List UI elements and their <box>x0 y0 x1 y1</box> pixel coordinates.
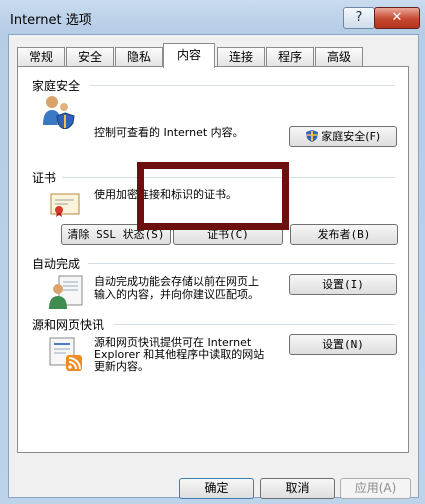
certificates-button[interactable]: 证书(C) <box>173 224 283 245</box>
title-bar[interactable]: Internet 选项 ? ✕ <box>0 0 425 34</box>
content-tab-panel: 家庭安全 控制可查看的 Internet 内容。 家庭安全(F) 证书 使用加密… <box>17 66 409 453</box>
family-safety-button[interactable]: 家庭安全(F) <box>289 126 397 147</box>
tab-general[interactable]: 常规 <box>17 47 65 67</box>
certificate-icon <box>50 193 80 217</box>
autocomplete-heading: 自动完成 <box>32 257 81 271</box>
tab-content[interactable]: 内容 <box>163 43 215 68</box>
family-safety-heading: 家庭安全 <box>32 79 81 93</box>
apply-button[interactable]: 应用(A) <box>340 478 411 499</box>
window-title: Internet 选项 <box>10 13 92 28</box>
feeds-settings-button[interactable]: 设置(N) <box>289 334 397 355</box>
certificates-heading: 证书 <box>32 171 57 185</box>
publishers-button[interactable]: 发布者(B) <box>290 224 398 245</box>
cancel-button[interactable]: 取消 <box>260 478 335 499</box>
certificates-description: 使用加密连接和标识的证书。 <box>94 188 237 201</box>
internet-options-window: Internet 选项 ? ✕ 常规 安全 隐私 内容 连接 程序 高级 家庭安… <box>0 0 425 504</box>
feeds-heading: 源和网页快讯 <box>32 318 105 332</box>
tab-privacy[interactable]: 隐私 <box>115 47 163 67</box>
certificates-divider <box>62 177 395 178</box>
tab-programs[interactable]: 程序 <box>266 47 314 67</box>
dialog-client-area: 常规 安全 隐私 内容 连接 程序 高级 家庭安全 控制可查看的 Interne… <box>8 34 419 499</box>
feeds-divider <box>114 324 395 325</box>
autocomplete-settings-button[interactable]: 设置(I) <box>289 274 397 295</box>
autocomplete-description-line1: 自动完成功能会存储以前在网页上 <box>94 275 259 288</box>
clear-ssl-state-button[interactable]: 清除 SSL 状态(S) <box>61 224 171 245</box>
shield-icon <box>305 130 318 142</box>
ok-button[interactable]: 确定 <box>179 478 254 499</box>
close-button[interactable]: ✕ <box>374 7 420 29</box>
autocomplete-divider <box>88 263 395 264</box>
family-safety-button-label: 家庭安全(F) <box>321 130 381 143</box>
tab-advanced[interactable]: 高级 <box>315 47 363 67</box>
tab-security[interactable]: 安全 <box>66 47 114 67</box>
autocomplete-icon <box>49 275 83 309</box>
autocomplete-description-line2: 输入的内容，并向你建议匹配项。 <box>94 288 259 301</box>
rss-feed-icon <box>49 337 82 371</box>
feeds-description-line3: 更新内容。 <box>94 360 149 373</box>
help-button[interactable]: ? <box>343 7 375 29</box>
tab-connections[interactable]: 连接 <box>217 47 265 67</box>
family-safety-description: 控制可查看的 Internet 内容。 <box>94 126 244 139</box>
family-safety-icon <box>43 96 75 129</box>
family-safety-divider <box>90 85 395 86</box>
